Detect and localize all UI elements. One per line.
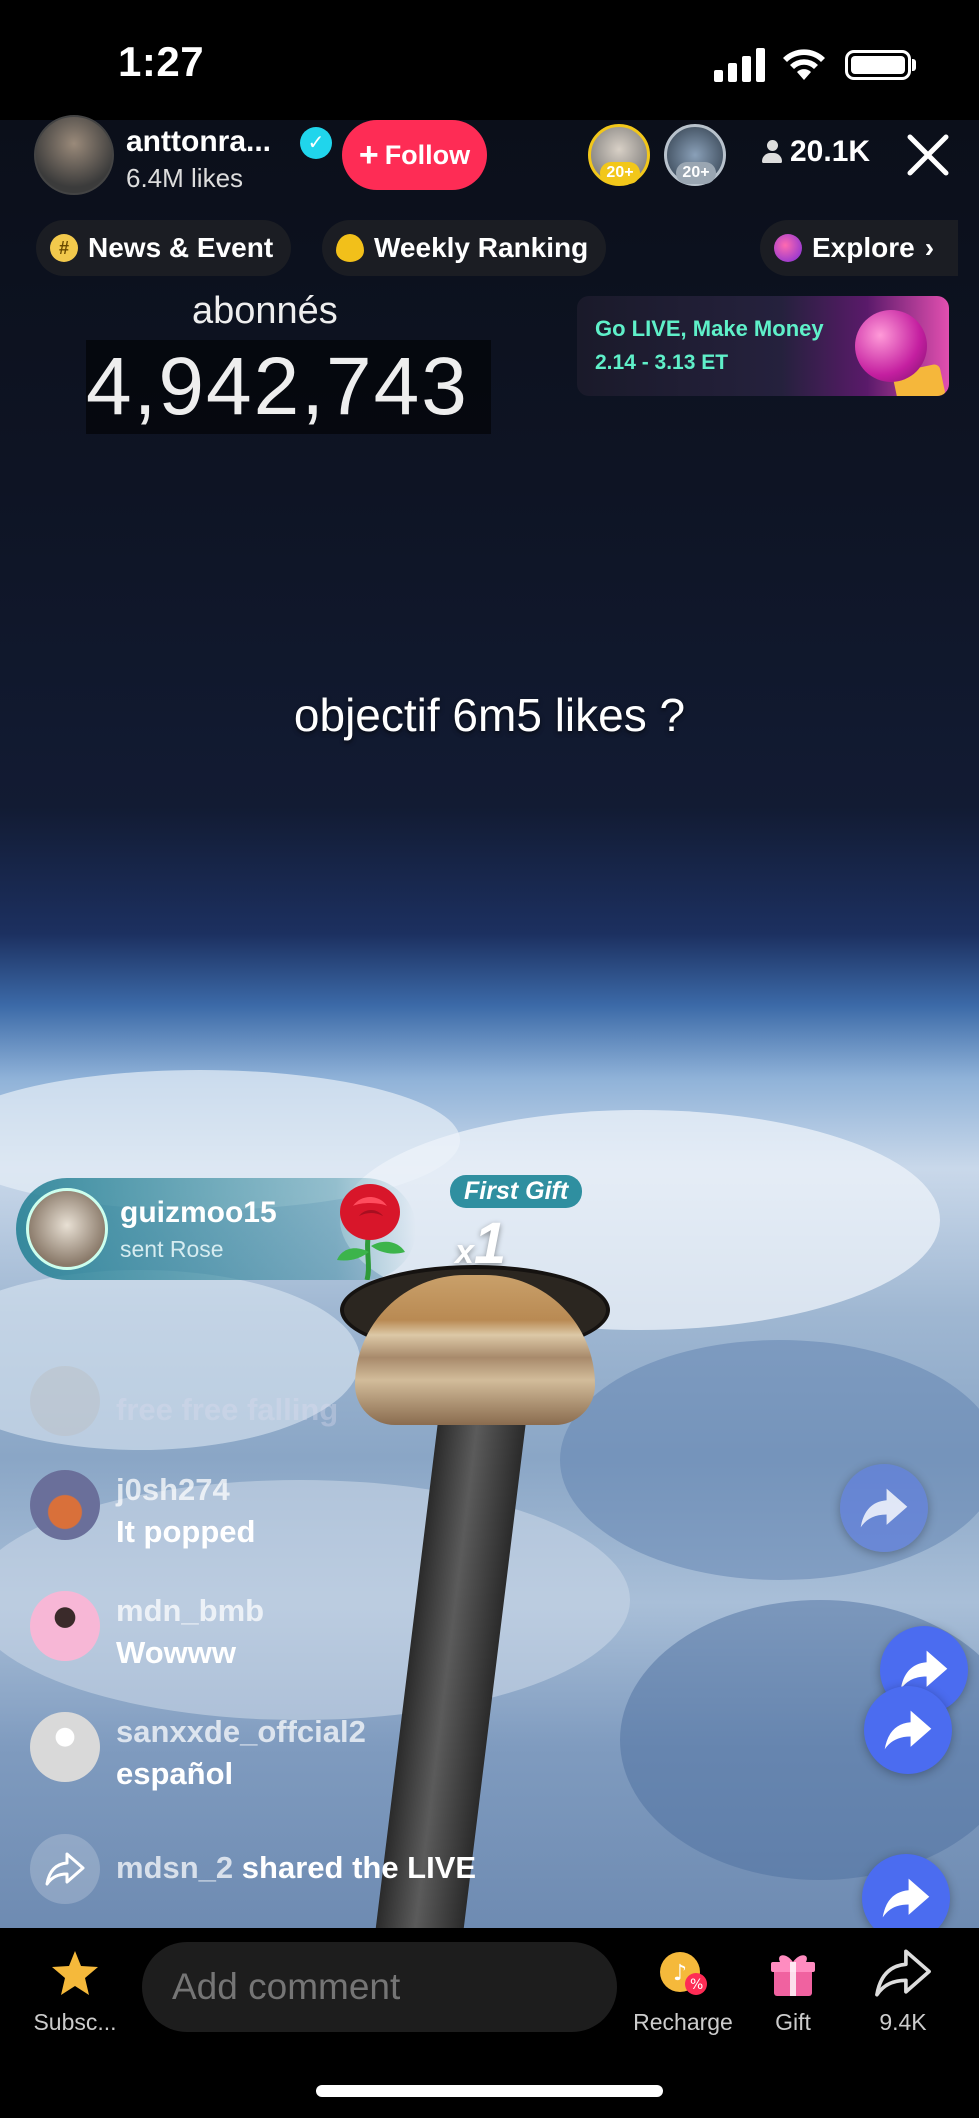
commenter-username: mdn_bmb bbox=[116, 1593, 265, 1628]
comment-item[interactable]: sanxxde_offcial2 español bbox=[30, 1712, 730, 1791]
svg-text:%: % bbox=[690, 1977, 703, 1993]
close-icon[interactable] bbox=[905, 132, 951, 178]
viewer-count-label: 20.1K bbox=[790, 135, 871, 168]
plus-icon: + bbox=[358, 136, 379, 174]
subscribers-label: abonnés bbox=[192, 290, 338, 332]
recharge-coin-icon: ♪ % bbox=[660, 1952, 707, 1995]
first-gift-badge: First Gift bbox=[450, 1175, 583, 1208]
weekly-ranking-label: Weekly Ranking bbox=[374, 232, 589, 263]
commenter-avatar bbox=[30, 1470, 100, 1540]
follow-label: Follow bbox=[384, 139, 471, 170]
gift-box-icon bbox=[771, 1955, 815, 1996]
comment-text: Wowww bbox=[116, 1635, 236, 1670]
share-event: mdsn_2 shared the LIVE bbox=[30, 1834, 730, 1904]
rose-gift-icon bbox=[337, 1184, 405, 1280]
comment-text: It popped bbox=[116, 1514, 256, 1549]
go-live-banner[interactable]: Go LIVE, Make Money 2.14 - 3.13 ET bbox=[577, 296, 949, 396]
recharge-button[interactable]: ♪ % Recharge bbox=[628, 1948, 738, 2036]
person-icon bbox=[762, 140, 782, 164]
host-likes: 6.4M likes bbox=[126, 163, 244, 193]
comment-text: free free falling bbox=[116, 1392, 339, 1427]
news-event-label: News & Event bbox=[88, 232, 274, 263]
host-avatar[interactable] bbox=[34, 115, 114, 195]
default-avatar-icon bbox=[30, 1712, 100, 1782]
sharer-username: mdsn_2 bbox=[116, 1850, 234, 1885]
weekly-ranking-pill[interactable]: Weekly Ranking bbox=[322, 220, 607, 276]
rank-badge: 20+ bbox=[676, 162, 716, 184]
gift-count-number: 1 bbox=[473, 1211, 507, 1276]
home-indicator[interactable] bbox=[316, 2085, 663, 2097]
comment-item[interactable]: mdn_bmb Wowww bbox=[30, 1591, 730, 1670]
go-live-dates: 2.14 - 3.13 ET bbox=[595, 351, 729, 374]
comment-item[interactable]: j0sh274 It popped bbox=[30, 1470, 730, 1549]
wifi-icon bbox=[783, 49, 825, 80]
host-name[interactable]: anttonra... bbox=[126, 125, 271, 159]
chevron-right-icon: › bbox=[924, 232, 935, 263]
cellular-signal-icon bbox=[714, 48, 766, 82]
subscribe-label: Subsc... bbox=[33, 2009, 117, 2035]
follow-button[interactable]: + Follow bbox=[342, 120, 487, 190]
planet-icon bbox=[774, 234, 802, 262]
gift-action: sent Rose bbox=[120, 1236, 224, 1262]
flame-icon bbox=[336, 234, 364, 262]
viewer-count[interactable]: 20.1K bbox=[762, 135, 870, 169]
share-button[interactable]: 9.4K bbox=[848, 1948, 958, 2036]
share-bubble-icon[interactable] bbox=[864, 1686, 952, 1774]
battery-nub bbox=[912, 59, 916, 71]
explore-pill[interactable]: Explore › bbox=[760, 220, 959, 276]
star-icon bbox=[52, 1951, 98, 1995]
recharge-label: Recharge bbox=[633, 2009, 733, 2035]
share-event-text: shared the LIVE bbox=[241, 1850, 477, 1885]
share-arrow-icon bbox=[30, 1834, 100, 1904]
add-comment-input[interactable] bbox=[142, 1942, 617, 2032]
news-event-pill[interactable]: # News & Event bbox=[36, 220, 292, 276]
stream-caption: objectif 6m5 likes ? bbox=[293, 689, 686, 741]
gift-button[interactable]: Gift bbox=[738, 1948, 848, 2036]
subscribers-count: 4,942,743 bbox=[86, 340, 491, 434]
gifter-username: guizmoo15 bbox=[120, 1196, 277, 1229]
go-live-title: Go LIVE, Make Money bbox=[595, 316, 824, 341]
share-count: 9.4K bbox=[879, 2009, 927, 2035]
commenter-username: sanxxde_offcial2 bbox=[116, 1714, 366, 1749]
explore-label: Explore bbox=[812, 232, 915, 263]
share-icon bbox=[875, 1949, 931, 1997]
svg-text:♪: ♪ bbox=[673, 1961, 687, 1986]
gift-count-prefix: x bbox=[455, 1233, 474, 1271]
host-header: anttonra... ✓ 6.4M likes + Follow 20+ 20… bbox=[0, 115, 979, 195]
gifter-avatar bbox=[26, 1188, 108, 1270]
commenter-avatar bbox=[30, 1366, 100, 1436]
gift-count: x1 bbox=[455, 1210, 506, 1277]
share-bubble-icon[interactable] bbox=[840, 1464, 928, 1552]
mascot-orb-icon bbox=[855, 310, 927, 382]
status-bar: 1:27 bbox=[0, 0, 979, 120]
commenter-avatar bbox=[30, 1591, 100, 1661]
battery-icon bbox=[845, 50, 911, 80]
hashtag-icon: # bbox=[50, 234, 78, 262]
commenter-username: j0sh274 bbox=[116, 1472, 230, 1507]
comment-text: español bbox=[116, 1756, 234, 1791]
subscribe-button[interactable]: Subsc... bbox=[20, 1948, 130, 2036]
comment-item[interactable]: free free falling bbox=[30, 1366, 730, 1442]
gift-label: Gift bbox=[775, 2009, 811, 2035]
verified-badge-icon: ✓ bbox=[300, 127, 332, 159]
status-time: 1:27 bbox=[118, 38, 205, 85]
rank-badge: 20+ bbox=[600, 162, 640, 184]
